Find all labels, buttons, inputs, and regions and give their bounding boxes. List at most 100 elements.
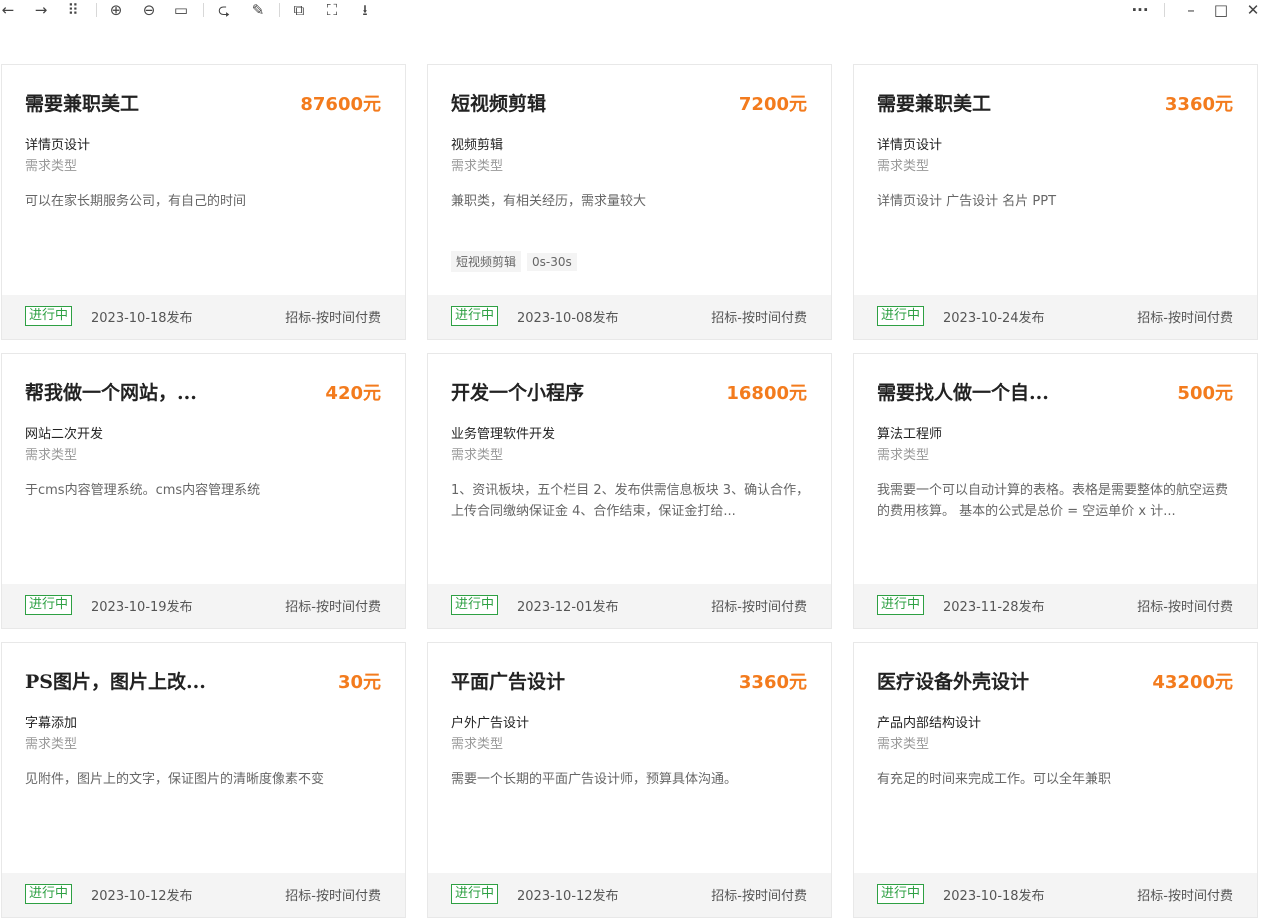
card-description: 需要一个长期的平面广告设计师，预算具体沟通。 — [451, 772, 738, 787]
publish-date: 2023-11-28发布 — [943, 600, 1045, 615]
card-price: 7200元 — [738, 94, 807, 115]
card-title[interactable]: 需要兼职美工 — [877, 89, 991, 116]
card-title[interactable]: PS图片，图片上改... — [25, 667, 206, 694]
card-description: 兼职类，有相关经历，需求量较大 — [451, 194, 647, 209]
card-title[interactable]: 需要兼职美工 — [25, 89, 139, 116]
card-category: 详情页设计 — [25, 138, 91, 153]
edit-icon[interactable]: ✎ — [248, 0, 268, 20]
status-badge: 进行中 — [451, 595, 499, 615]
card-price: 500元 — [1177, 383, 1233, 404]
task-card[interactable]: 需要兼职美工 87600元 详情页设计 需求类型 可以在家长期服务公司，有自己的… — [1, 64, 406, 340]
card-title[interactable]: 开发一个小程序 — [451, 378, 584, 405]
card-tags: 短视频剪辑 0s-30s — [451, 251, 583, 272]
card-description: 详情页设计 广告设计 名片 PPT — [877, 194, 1057, 209]
payment-mode: 招标-按时间付费 — [1137, 600, 1233, 615]
card-type-label: 需求类型 — [877, 737, 930, 752]
task-card[interactable]: 医疗设备外壳设计 43200元 产品内部结构设计 需求类型 有充足的时间来完成工… — [853, 642, 1258, 918]
card-price: 3360元 — [738, 672, 807, 693]
copy-icon[interactable]: ⧉ — [289, 0, 309, 20]
card-description: 1、资讯板块，五个栏目 2、发布供需信息板块 3、确认合作，上传合同缴纳保证金 … — [451, 483, 810, 519]
card-footer: 进行中 2023-10-19发布 招标-按时间付费 — [2, 584, 405, 628]
close-icon[interactable]: ✕ — [1243, 0, 1263, 20]
screenshot-icon[interactable]: ⛶ — [322, 0, 342, 20]
toolbar-divider — [96, 3, 97, 17]
card-category: 详情页设计 — [877, 138, 943, 153]
publish-date: 2023-10-19发布 — [91, 600, 193, 615]
task-card[interactable]: 短视频剪辑 7200元 视频剪辑 需求类型 兼职类，有相关经历，需求量较大 短视… — [427, 64, 832, 340]
card-category: 业务管理软件开发 — [451, 427, 556, 442]
forward-arrow-icon[interactable]: → — [31, 0, 51, 20]
card-title[interactable]: 帮我做一个网站，... — [25, 378, 197, 405]
payment-mode: 招标-按时间付费 — [1137, 889, 1233, 904]
task-card[interactable]: 需要找人做一个自... 500元 算法工程师 需求类型 我需要一个可以自动计算的… — [853, 353, 1258, 629]
card-title[interactable]: 平面广告设计 — [451, 667, 565, 694]
card-description: 见附件，图片上的文字，保证图片的清晰度像素不变 — [25, 772, 325, 787]
card-type-label: 需求类型 — [25, 737, 78, 752]
card-footer: 进行中 2023-10-24发布 招标-按时间付费 — [854, 295, 1257, 339]
task-card[interactable]: PS图片，图片上改... 30元 字幕添加 需求类型 见附件，图片上的文字，保证… — [1, 642, 406, 918]
download-icon[interactable]: ⭳ — [355, 0, 375, 20]
payment-mode: 招标-按时间付费 — [1137, 311, 1233, 326]
toolbar-divider — [1164, 3, 1165, 17]
payment-mode: 招标-按时间付费 — [285, 311, 381, 326]
toolbar-divider — [203, 3, 204, 17]
maximize-icon[interactable]: □ — [1211, 0, 1231, 20]
card-type-label: 需求类型 — [877, 448, 930, 463]
task-card[interactable]: 帮我做一个网站，... 420元 网站二次开发 需求类型 于cms内容管理系统。… — [1, 353, 406, 629]
back-arrow-icon[interactable]: ← — [0, 0, 18, 20]
card-footer: 进行中 2023-10-12发布 招标-按时间付费 — [2, 873, 405, 917]
task-card[interactable]: 开发一个小程序 16800元 业务管理软件开发 需求类型 1、资讯板块，五个栏目… — [427, 353, 832, 629]
payment-mode: 招标-按时间付费 — [285, 600, 381, 615]
payment-mode: 招标-按时间付费 — [711, 600, 807, 615]
card-footer: 进行中 2023-12-01发布 招标-按时间付费 — [428, 584, 831, 628]
card-category: 字幕添加 — [25, 716, 78, 731]
card-description: 我需要一个可以自动计算的表格。表格是需要整体的航空运费的费用核算。 基本的公式是… — [877, 483, 1229, 519]
task-card[interactable]: 需要兼职美工 3360元 详情页设计 需求类型 详情页设计 广告设计 名片 PP… — [853, 64, 1258, 340]
status-badge: 进行中 — [25, 595, 73, 615]
card-footer: 进行中 2023-10-18发布 招标-按时间付费 — [2, 295, 405, 339]
card-category: 视频剪辑 — [451, 138, 504, 153]
publish-date: 2023-10-08发布 — [517, 311, 619, 326]
card-price: 16800元 — [726, 383, 807, 404]
card-description: 可以在家长期服务公司，有自己的时间 — [25, 194, 247, 209]
publish-date: 2023-10-18发布 — [91, 311, 193, 326]
payment-mode: 招标-按时间付费 — [711, 311, 807, 326]
card-type-label: 需求类型 — [451, 159, 504, 174]
card-title[interactable]: 短视频剪辑 — [451, 89, 546, 116]
more-icon[interactable]: ··· — [1127, 0, 1153, 20]
payment-mode: 招标-按时间付费 — [285, 889, 381, 904]
card-footer: 进行中 2023-11-28发布 招标-按时间付费 — [854, 584, 1257, 628]
card-title[interactable]: 需要找人做一个自... — [877, 378, 1049, 405]
card-price: 30元 — [337, 672, 381, 693]
card-footer: 进行中 2023-10-08发布 招标-按时间付费 — [428, 295, 831, 339]
card-title[interactable]: 医疗设备外壳设计 — [877, 667, 1029, 694]
publish-date: 2023-10-18发布 — [943, 889, 1045, 904]
status-badge: 进行中 — [451, 306, 499, 326]
tag-chip: 短视频剪辑 — [451, 251, 522, 272]
card-type-label: 需求类型 — [25, 159, 78, 174]
toolbar-divider — [279, 3, 280, 17]
card-description: 有充足的时间来完成工作。可以全年兼职 — [877, 772, 1112, 787]
card-type-label: 需求类型 — [25, 448, 78, 463]
viewer-toolbar: ← → ⠿ ⊕ ⊖ ▭ ⮎ ✎ ⧉ ⛶ ⭳ ··· – □ ✕ — [0, 0, 1265, 22]
status-badge: 进行中 — [451, 884, 499, 904]
card-category: 户外广告设计 — [451, 716, 530, 731]
publish-date: 2023-10-12发布 — [517, 889, 619, 904]
minimize-icon[interactable]: – — [1181, 0, 1201, 20]
card-description: 于cms内容管理系统。cms内容管理系统 — [25, 483, 261, 498]
card-category: 网站二次开发 — [25, 427, 104, 442]
task-card[interactable]: 平面广告设计 3360元 户外广告设计 需求类型 需要一个长期的平面广告设计师，… — [427, 642, 832, 918]
card-price: 43200元 — [1152, 672, 1233, 693]
zoom-in-icon[interactable]: ⊕ — [106, 0, 126, 20]
actual-size-icon[interactable]: ▭ — [171, 0, 191, 20]
rotate-icon[interactable]: ⮎ — [214, 0, 234, 20]
card-type-label: 需求类型 — [451, 448, 504, 463]
zoom-out-icon[interactable]: ⊖ — [139, 0, 159, 20]
card-type-label: 需求类型 — [877, 159, 930, 174]
card-footer: 进行中 2023-10-12发布 招标-按时间付费 — [428, 873, 831, 917]
publish-date: 2023-12-01发布 — [517, 600, 619, 615]
grid-view-icon[interactable]: ⠿ — [63, 0, 83, 20]
status-badge: 进行中 — [877, 884, 925, 904]
card-type-label: 需求类型 — [451, 737, 504, 752]
card-category: 算法工程师 — [877, 427, 943, 442]
